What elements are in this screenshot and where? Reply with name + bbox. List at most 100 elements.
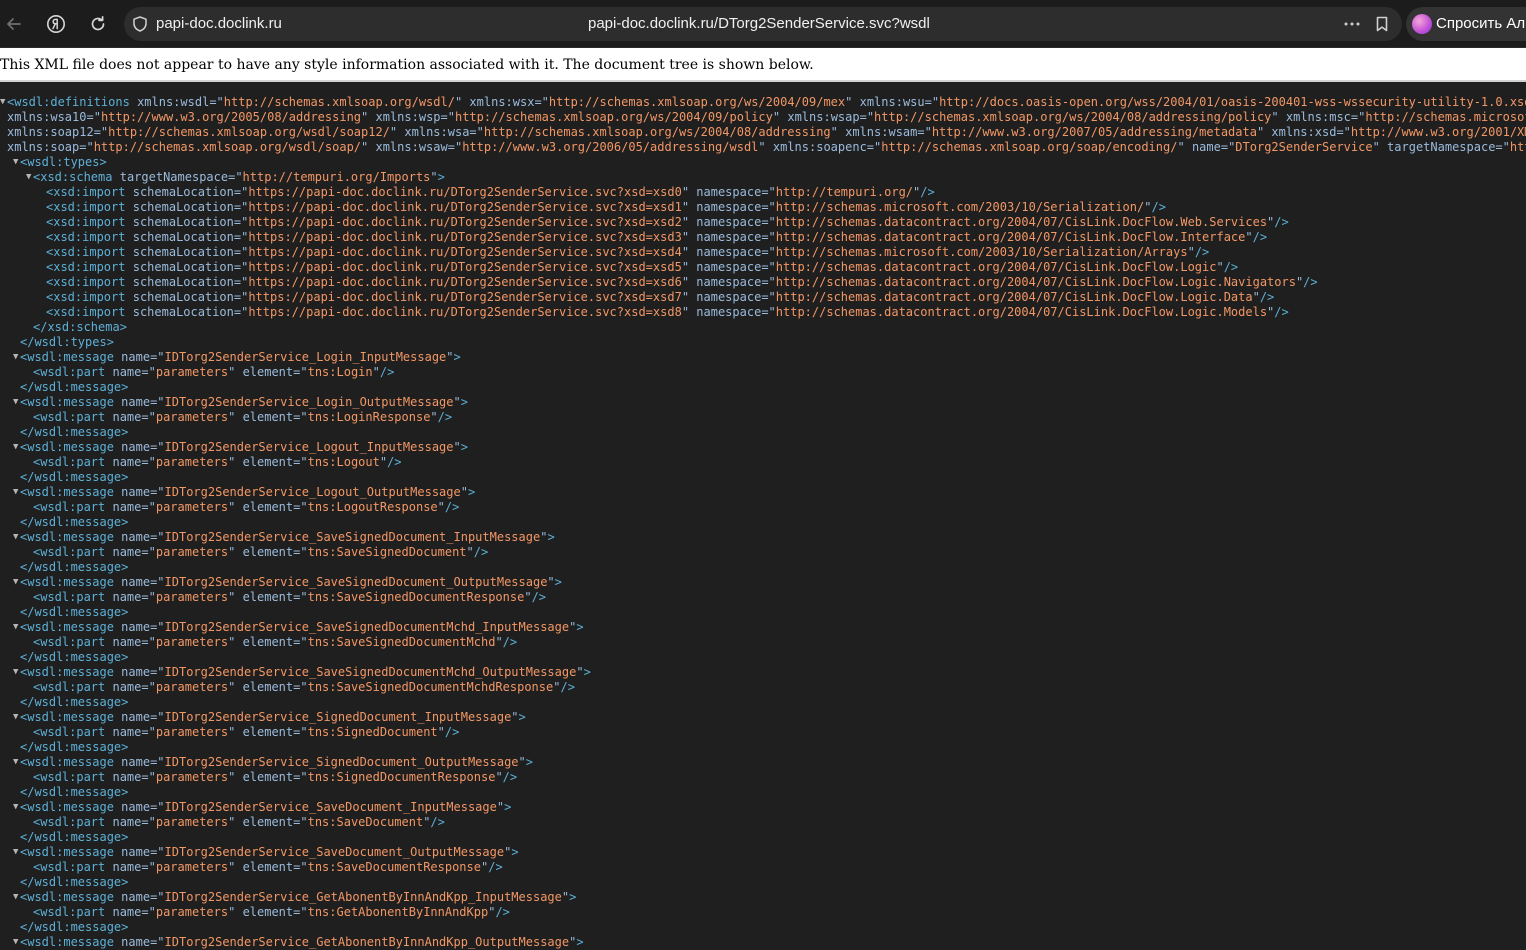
- collapse-toggle-icon[interactable]: ▼: [13, 155, 20, 170]
- xml-attr-name: element: [242, 815, 294, 829]
- xml-tag: </wsdl:message>: [20, 830, 129, 844]
- collapse-toggle-icon[interactable]: ▼: [13, 350, 20, 365]
- xml-punct: ": [681, 185, 690, 199]
- collapse-toggle-icon[interactable]: ▼: [13, 440, 20, 455]
- collapse-toggle-icon[interactable]: ▼: [13, 485, 20, 500]
- xml-attr-name: name: [121, 575, 151, 589]
- xml-tag: <wsdl:part: [33, 680, 106, 694]
- collapse-toggle-icon[interactable]: ▼: [13, 665, 20, 680]
- xml-line[interactable]: ▼ <wsdl:message name="IDTorg2SenderServic…: [0, 845, 1526, 860]
- xml-line[interactable]: ▼ <wsdl:message name="IDTorg2SenderServic…: [0, 890, 1526, 905]
- xml-punct: =": [233, 200, 249, 214]
- xml-punct: =": [150, 485, 165, 499]
- collapse-toggle-icon[interactable]: ▼: [13, 575, 20, 590]
- xml-attr-value: http://schemas.datacontract.org/2004/07/…: [775, 275, 1296, 289]
- xml-attr-name: schemaLocation: [132, 260, 234, 274]
- xml-punct: ": [446, 350, 454, 364]
- xml-tag: </wsdl:message>: [20, 605, 129, 619]
- xml-line[interactable]: ▼ <wsdl:message name="IDTorg2SenderServic…: [0, 440, 1526, 455]
- collapse-toggle-icon[interactable]: ▼: [13, 890, 20, 905]
- collapse-toggle-icon[interactable]: ▼: [13, 530, 20, 545]
- collapse-toggle-icon[interactable]: ▼: [13, 845, 20, 860]
- xml-tag: </wsdl:message>: [20, 695, 129, 709]
- xml-attr-name: name: [121, 665, 151, 679]
- xml-line[interactable]: ▼ <wsdl:message name="IDTorg2SenderServic…: [0, 665, 1526, 680]
- xml-attr-value: http://schemas.xmlsoap.org/ws/2004/08/ad…: [483, 125, 831, 139]
- xml-line[interactable]: ▼ <wsdl:message name="IDTorg2SenderServic…: [0, 485, 1526, 500]
- xml-attr-name: name: [121, 485, 151, 499]
- xml-attr-value: parameters: [155, 680, 229, 694]
- xml-line[interactable]: ▼ <wsdl:message name="IDTorg2SenderServic…: [0, 350, 1526, 365]
- xml-attr-value: tns:SaveSignedDocumentMchd: [307, 635, 496, 649]
- browser-toolbar: papi-doc.doclink.ru papi-doc.doclink.ru/…: [0, 0, 1526, 48]
- xml-punct: ": [437, 725, 445, 739]
- xml-punct: =": [293, 815, 308, 829]
- xml-line: </wsdl:message>: [0, 830, 1526, 845]
- xml-attr-value: IDTorg2SenderService_SaveDocument_Output…: [164, 845, 505, 859]
- xml-punct: =": [141, 770, 156, 784]
- xml-attr-name: xmlns:wsaw: [375, 140, 448, 154]
- xml-line[interactable]: ▼ <wsdl:message name="IDTorg2SenderServic…: [0, 575, 1526, 590]
- bookmark-icon[interactable]: [1372, 14, 1392, 34]
- xml-line[interactable]: ▼ <wsdl:message name="IDTorg2SenderServic…: [0, 710, 1526, 725]
- xml-punct: =": [761, 215, 776, 229]
- xml-line[interactable]: ▼ <wsdl:message name="IDTorg2SenderServic…: [0, 935, 1526, 950]
- xml-attr-name: element: [242, 500, 294, 514]
- site-domain[interactable]: papi-doc.doclink.ru: [156, 15, 282, 32]
- collapse-toggle-icon[interactable]: ▼: [13, 620, 20, 635]
- xml-tag: <wsdl:message: [20, 575, 114, 589]
- collapse-toggle-icon[interactable]: ▼: [13, 710, 20, 725]
- xml-punct: ": [430, 410, 438, 424]
- xml-punct: =": [150, 530, 165, 544]
- xml-attr-value: http://schemas.microsoft.: [1365, 110, 1526, 124]
- back-button[interactable]: [0, 10, 28, 38]
- xml-line[interactable]: ▼ <wsdl:message name="IDTorg2SenderServic…: [0, 530, 1526, 545]
- xml-attr-name: element: [242, 770, 294, 784]
- yandex-icon: [47, 15, 65, 33]
- collapse-toggle-icon[interactable]: ▼: [26, 170, 33, 185]
- xml-tag: <xsd:schema: [33, 170, 113, 184]
- more-icon[interactable]: [1342, 14, 1362, 34]
- xml-punct: [125, 260, 132, 274]
- xml-tag: </wsdl:message>: [20, 920, 129, 934]
- collapse-toggle-icon[interactable]: ▼: [13, 800, 20, 815]
- xml-attr-value: https://papi-doc.doclink.ru/DTorg2Sender…: [248, 260, 682, 274]
- xml-document-tree: ▼ <wsdl:definitions xmlns:wsdl="http://sc…: [0, 95, 1526, 950]
- xml-line[interactable]: ▼ <wsdl:message name="IDTorg2SenderServic…: [0, 800, 1526, 815]
- collapse-toggle-icon[interactable]: ▼: [13, 755, 20, 770]
- reload-button[interactable]: [84, 10, 112, 38]
- xml-attr-name: namespace: [696, 185, 762, 199]
- xml-line[interactable]: ▼ <wsdl:message name="IDTorg2SenderServic…: [0, 620, 1526, 635]
- collapse-toggle-icon[interactable]: ▼: [13, 935, 20, 950]
- ask-alice-label: Спросить Ал: [1436, 15, 1526, 32]
- xml-attr-name: xmlns:soap: [7, 140, 80, 154]
- ask-alice-button[interactable]: Спросить Ал: [1406, 7, 1526, 41]
- xml-line[interactable]: ▼ <wsdl:message name="IDTorg2SenderServic…: [0, 395, 1526, 410]
- xml-punct: ": [758, 140, 766, 154]
- xml-line: </wsdl:message>: [0, 605, 1526, 620]
- xml-punct: =": [228, 170, 243, 184]
- collapse-toggle-icon[interactable]: ▼: [0, 95, 7, 110]
- xml-line: <wsdl:part name="parameters" element="tn…: [0, 545, 1526, 560]
- collapse-toggle-icon[interactable]: ▼: [13, 395, 20, 410]
- xml-attr-value: http://tempuri.org/Imports: [242, 170, 431, 184]
- address-bar[interactable]: papi-doc.doclink.ru papi-doc.doclink.ru/…: [124, 7, 1402, 41]
- back-arrow-icon: [7, 18, 21, 30]
- xml-tag: <wsdl:message: [20, 890, 114, 904]
- shield-icon[interactable]: [130, 14, 150, 34]
- page-url[interactable]: papi-doc.doclink.ru/DTorg2SenderService.…: [588, 15, 930, 32]
- xml-punct: =": [150, 710, 165, 724]
- xml-line[interactable]: ▼ <xsd:schema targetNamespace="http://tem…: [0, 170, 1526, 185]
- xml-punct: =": [150, 755, 165, 769]
- xml-punct: =": [447, 140, 463, 154]
- xml-tag: <xsd:import: [46, 290, 126, 304]
- xml-line: <wsdl:part name="parameters" element="tn…: [0, 860, 1526, 875]
- xml-attr-value: http://schemas.xmlsoap.org/ws/2004/09/po…: [454, 110, 773, 124]
- xml-tag: </wsdl:message>: [20, 740, 129, 754]
- xml-line[interactable]: ▼ <wsdl:types>: [0, 155, 1526, 170]
- xml-line: <wsdl:part name="parameters" element="tn…: [0, 635, 1526, 650]
- xml-line[interactable]: ▼ <wsdl:definitions xmlns:wsdl="http://sc…: [0, 95, 1526, 110]
- xml-line[interactable]: ▼ <wsdl:message name="IDTorg2SenderServic…: [0, 755, 1526, 770]
- yandex-button[interactable]: [42, 10, 70, 38]
- xml-punct: [235, 545, 242, 559]
